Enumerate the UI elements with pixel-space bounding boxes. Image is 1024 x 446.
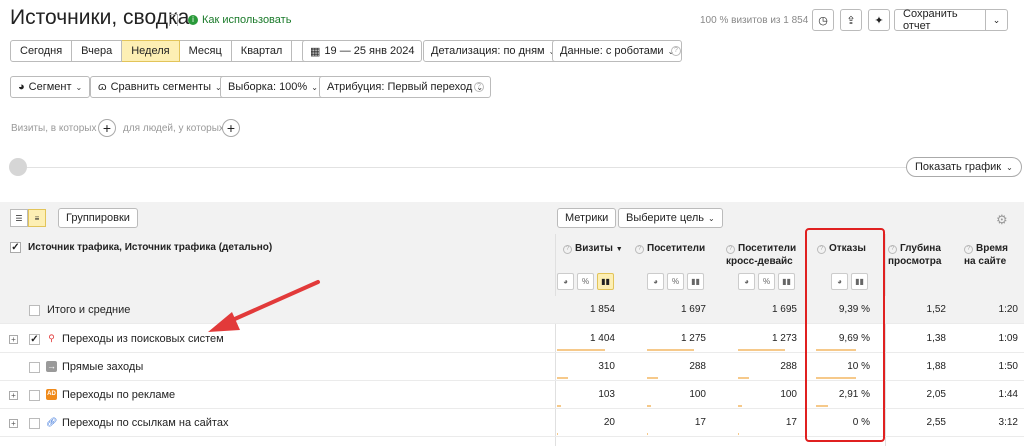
annotation-arrow (208, 280, 320, 332)
